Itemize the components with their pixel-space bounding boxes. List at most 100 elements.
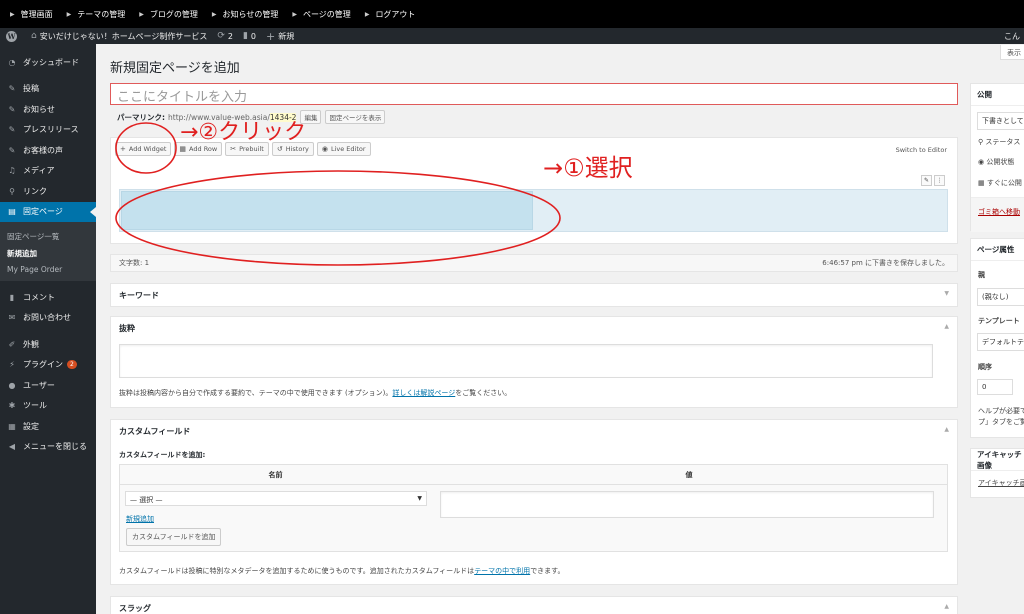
add-widget-label: Add Widget xyxy=(128,145,167,153)
excerpt-help-link[interactable]: 詳しくは解説ページ xyxy=(392,389,455,397)
custom-fields-metabox-header[interactable]: カスタムフィールド ▲ xyxy=(111,420,957,442)
row-tools: ✎ ⋮ xyxy=(919,175,945,186)
site-name-link[interactable]: ⌂ 安いだけじゃない！ホームページ制作サービス xyxy=(31,31,207,42)
permalink-label: パーマリンク: xyxy=(117,112,165,122)
dashboard-icon: ◔ xyxy=(8,57,16,67)
slug-metabox-header[interactable]: スラッグ ▲ xyxy=(111,597,957,614)
wrench-icon: ✱ xyxy=(8,401,16,411)
select-value: — 選択 — xyxy=(130,496,163,504)
pin-icon: ✎ xyxy=(8,145,16,155)
sidebar-item-comments[interactable]: ▮ コメント xyxy=(0,287,96,308)
toggle-up-icon[interactable]: ▲ xyxy=(944,323,949,330)
row-move-icon[interactable]: ⋮ xyxy=(934,175,945,186)
screen-options-tab[interactable]: 表示 xyxy=(1000,45,1024,60)
sidebar-item-label: お問い合わせ xyxy=(23,313,71,323)
sidebar-item-news[interactable]: ✎ お知らせ xyxy=(0,99,96,120)
builder-cell[interactable] xyxy=(121,191,533,230)
custom-field-name-select[interactable]: — 選択 — ▼ xyxy=(125,491,427,506)
keyword-title: キーワード xyxy=(119,290,159,300)
live-editor-button[interactable]: ◉ Live Editor xyxy=(316,142,371,156)
excerpt-help: 抜粋は投稿内容から自分で作成する要約で、テーマの中で使用できます (オプション)… xyxy=(119,388,511,398)
excerpt-title: 抜粋 xyxy=(119,323,135,333)
annotation-click: →②クリック xyxy=(180,120,307,145)
toggle-up-icon[interactable]: ▲ xyxy=(944,426,949,433)
topbar-item-admin[interactable]: ▶ 管理画面 xyxy=(10,9,53,20)
sidebar-item-testimonials[interactable]: ✎ お客様の声 xyxy=(0,140,96,161)
toggle-up-icon[interactable]: ▲ xyxy=(944,603,949,610)
add-custom-field-button[interactable]: カスタムフィールドを追加 xyxy=(126,528,222,546)
topbar-item-pages[interactable]: ▶ ページの管理 xyxy=(292,9,350,20)
new-content-link[interactable]: + 新規 xyxy=(266,30,294,43)
template-select[interactable]: デフォルトテンプレート xyxy=(977,333,1024,351)
pin-icon: ✎ xyxy=(8,104,16,114)
column-value-header: 値 xyxy=(685,470,693,479)
attributes-help-text: ヘルプが必要ですか？ xyxy=(978,407,1024,415)
sidebar-item-tools[interactable]: ✱ ツール xyxy=(0,396,96,417)
sidebar-item-label: ダッシュボード xyxy=(23,57,79,67)
sidebar-item-links[interactable]: ⚲ リンク xyxy=(0,181,96,202)
sidebar-item-appearance[interactable]: ✐ 外観 xyxy=(0,334,96,355)
set-featured-image-link[interactable]: アイキャッチ画像を設定 xyxy=(971,478,1024,488)
sidebar-item-contact[interactable]: ✉ お問い合わせ xyxy=(0,308,96,329)
parent-select[interactable]: (親なし) xyxy=(977,288,1024,306)
comment-bubble-icon: ▮ xyxy=(242,31,248,41)
account-link[interactable]: こん xyxy=(1004,28,1024,44)
sidebar-item-label: メニューを閉じる xyxy=(23,442,87,452)
submenu-item-add-new[interactable]: 新規追加 xyxy=(0,245,96,262)
custom-top-bar: ▶ 管理画面 ▶ テーマの管理 ▶ ブログの管理 ▶ お知らせの管理 ▶ ページの管理 ▶… xyxy=(0,0,1024,28)
keyword-metabox: キーワード ▼ xyxy=(110,283,958,307)
sidebar-item-label: プレスリリース xyxy=(23,125,79,135)
custom-fields-title: カスタムフィールド xyxy=(119,426,191,436)
sidebar-item-settings[interactable]: ▦ 設定 xyxy=(0,416,96,437)
sidebar-item-label: お知らせ xyxy=(23,104,55,114)
live-editor-label: Live Editor xyxy=(330,145,366,153)
toggle-down-icon[interactable]: ▼ xyxy=(944,290,949,297)
updates-link[interactable]: ⟳ 2 xyxy=(217,31,233,41)
keyword-metabox-header[interactable]: キーワード ▼ xyxy=(111,284,957,306)
move-to-trash-link[interactable]: ゴミ箱へ移動 xyxy=(971,207,1020,217)
custom-field-value-textarea[interactable] xyxy=(440,491,934,518)
enter-new-field-link[interactable]: 新規追加 xyxy=(126,514,154,524)
topbar-item-logout[interactable]: ▶ ログアウト xyxy=(365,9,416,20)
sidebar-item-label: リンク xyxy=(23,186,47,196)
topbar-label: ブログの管理 xyxy=(149,9,198,19)
sidebar-item-press[interactable]: ✎ プレスリリース xyxy=(0,120,96,141)
sidebar-item-plugins[interactable]: ⚡ プラグイン 2 xyxy=(0,355,96,376)
add-widget-button[interactable]: + Add Widget xyxy=(115,142,172,156)
schedule-row: ▦ すぐに公開 xyxy=(971,178,1022,188)
column-name-header: 名前 xyxy=(268,470,283,479)
view-page-button[interactable]: 固定ページを表示 xyxy=(325,110,386,124)
add-row-label: Add Row xyxy=(189,145,218,153)
row-edit-icon[interactable]: ✎ xyxy=(921,175,932,186)
sidebar-collapse-menu[interactable]: ◀ メニューを閉じる xyxy=(0,437,96,458)
custom-fields-help-link[interactable]: テーマの中で利用 xyxy=(474,567,530,575)
submenu-item-all-pages[interactable]: 固定ページ一覧 xyxy=(0,228,96,245)
excerpt-textarea[interactable] xyxy=(119,344,933,378)
builder-row[interactable] xyxy=(119,189,948,232)
topbar-item-news[interactable]: ▶ お知らせの管理 xyxy=(212,9,278,20)
save-draft-button[interactable]: 下書きとして保存 xyxy=(977,112,1024,130)
order-input[interactable]: 0 xyxy=(977,379,1013,395)
post-title-input[interactable]: ここにタイトルを入力 xyxy=(110,83,958,105)
submenu-item-page-order[interactable]: My Page Order xyxy=(0,262,96,277)
sidebar-item-users[interactable]: ● ユーザー xyxy=(0,375,96,396)
sidebar-item-posts[interactable]: ✎ 投稿 xyxy=(0,79,96,100)
plugin-icon: ⚡ xyxy=(9,360,15,370)
visibility-label: 公開状態 xyxy=(986,158,1015,166)
sidebar-item-media[interactable]: ♫ メディア xyxy=(0,161,96,182)
parent-label: 親 xyxy=(978,271,985,279)
switch-to-editor-link[interactable]: Switch to Editor xyxy=(896,146,947,154)
triangle-right-icon: ▶ xyxy=(211,10,217,18)
topbar-item-blog[interactable]: ▶ ブログの管理 xyxy=(139,9,198,20)
sidebar-item-dashboard[interactable]: ◔ ダッシュボード xyxy=(0,52,96,73)
sidebar-item-pages[interactable]: ▤ 固定ページ xyxy=(0,201,96,222)
attributes-help-text-2: プ」タブをご覧ください。 xyxy=(978,418,1024,426)
topbar-item-theme[interactable]: ▶ テーマの管理 xyxy=(67,9,126,20)
comments-count: 0 xyxy=(250,31,257,41)
custom-field-table: 名前 値 — 選択 — ▼ 新規追加 カスタムフィールドを追加 xyxy=(119,464,948,552)
sidebar-item-label: ツール xyxy=(23,401,47,411)
excerpt-metabox-header[interactable]: 抜粋 ▲ xyxy=(111,317,957,339)
wp-logo-button[interactable]: W xyxy=(6,30,17,42)
new-label: 新規 xyxy=(278,31,295,41)
comments-link[interactable]: ▮ 0 xyxy=(243,31,256,41)
